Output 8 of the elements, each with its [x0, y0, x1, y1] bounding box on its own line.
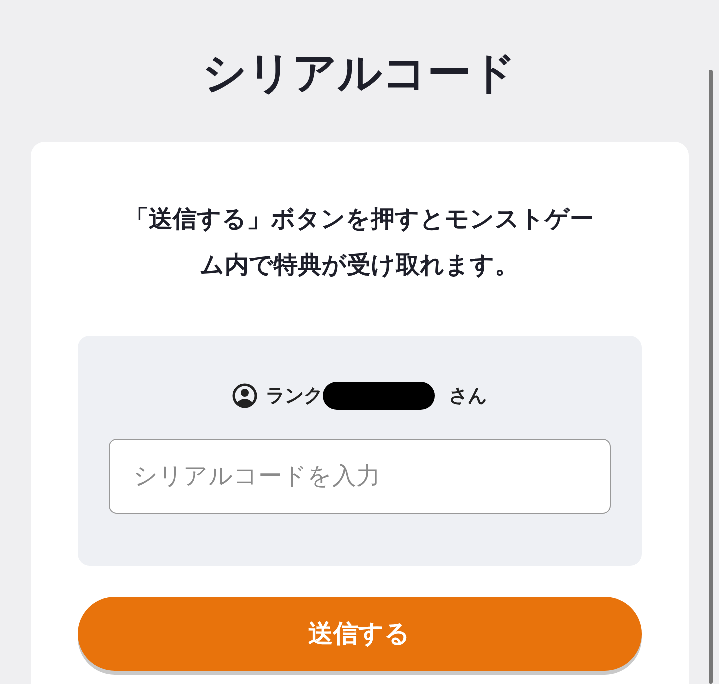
- scrollbar[interactable]: [709, 70, 713, 684]
- honorific-text: さん: [449, 384, 487, 409]
- page-title: シリアルコード: [202, 47, 516, 101]
- user-icon: [232, 383, 258, 410]
- serial-code-field[interactable]: シリアルコードを入力: [108, 438, 610, 514]
- submit-button[interactable]: 送信する: [78, 597, 642, 671]
- rank-label: ランク: [266, 384, 323, 409]
- instruction-text: 「送信する」ボタンを押すとモンストゲーム内で特典が受け取れます。: [124, 204, 594, 281]
